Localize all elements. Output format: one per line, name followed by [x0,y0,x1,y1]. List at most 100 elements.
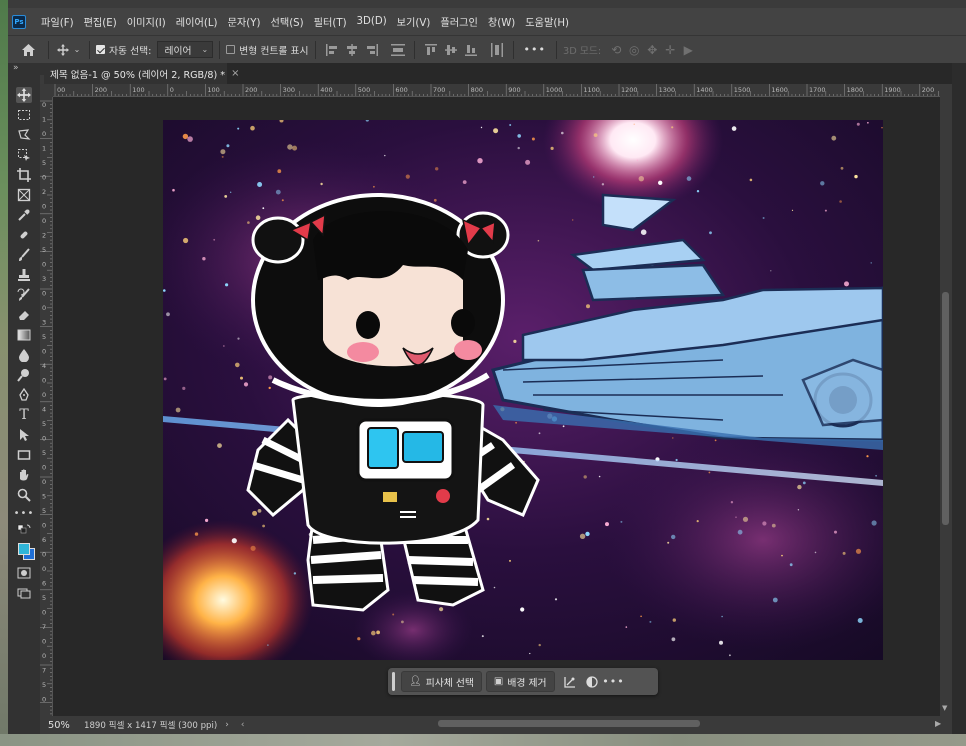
separator [512,40,514,59]
ruler-tick-label: 5 [42,507,46,515]
3d-slide-icon[interactable]: ✛ [661,43,679,57]
horizontal-scroll-thumb[interactable] [438,720,700,727]
menu-view[interactable]: 보기(V) [392,14,436,29]
document-tab[interactable]: 제목 없음-1 @ 50% (레이어 2, RGB/8) * × [44,63,239,84]
move-tool-icon[interactable] [16,87,32,103]
status-menu-arrow-icon[interactable]: › [225,720,229,730]
ruler-tick-label: 0 [42,203,46,211]
ruler-tick-label: 2 [42,232,46,240]
menu-layer[interactable]: 레이어(L) [171,14,223,29]
canvas-image[interactable] [163,120,883,660]
path-selection-tool-icon[interactable] [16,427,32,443]
menu-select[interactable]: 선택(S) [265,14,308,29]
quick-mask-icon[interactable] [16,565,32,581]
eraser-tool-icon[interactable] [16,307,32,323]
scroll-down-arrow-icon[interactable]: ▼ [942,704,947,712]
ruler-tick-label: 1400 [696,86,713,94]
lasso-tool-icon[interactable] [16,127,32,143]
align-bottom-edges-icon[interactable] [463,43,479,57]
close-tab-icon[interactable]: × [231,68,239,79]
ruler-origin[interactable] [40,84,53,97]
zoom-tool-icon[interactable] [16,487,32,503]
adjustment-layer-icon[interactable] [581,671,603,692]
3d-drag-icon[interactable]: ✥ [643,43,661,57]
more-options-button[interactable]: ••• [520,43,550,56]
marquee-tool-icon[interactable] [16,107,32,123]
rectangle-tool-icon[interactable] [16,447,32,463]
scroll-right-arrow-icon[interactable]: ▶ [935,719,941,728]
vertical-ruler[interactable]: 0 1 0 1 5 0 2 0 0 2 5 0 3 0 0 3 5 0 4 0 0 4 5 0 5 0 0 5 5 0 6 0 0 6 5 0 7 0 0 7… [40,97,53,716]
3d-roll-icon[interactable]: ◎ [625,43,643,57]
3d-video-icon[interactable]: ▶ [679,43,697,57]
chevron-down-icon[interactable]: ⌄ [71,45,83,54]
distribute-icon[interactable] [390,43,406,57]
task-bar-more-button[interactable]: ••• [602,671,625,692]
pen-tool-icon[interactable] [16,387,32,403]
default-colors-icon[interactable] [16,523,32,539]
transform-controls-checkbox[interactable] [226,45,236,54]
frame-tool-icon[interactable] [16,187,32,203]
ruler-tick-label: 0 [42,391,46,399]
task-bar-drag-handle[interactable] [392,672,395,691]
ruler-tick-label: 3 [42,275,46,283]
menu-3d[interactable]: 3D(D) [352,16,392,27]
menu-bar: Ps 파일(F) 편집(E) 이미지(I) 레이어(L) 문자(Y) 선택(S)… [8,8,966,35]
home-icon[interactable] [14,43,42,56]
blur-tool-icon[interactable] [16,347,32,363]
auto-select-checkbox[interactable] [96,45,105,54]
vertical-scrollbar[interactable]: ▼ [940,84,952,716]
menu-file[interactable]: 파일(F) [36,14,79,29]
scroll-left-arrow-icon[interactable]: ‹ [241,720,245,730]
horizontal-ruler[interactable]: 00 200 100 0 100 200 300 400 500 600 700 800 900 1000… [53,84,940,97]
zoom-level-field[interactable]: 50% [44,718,80,732]
separator [413,40,415,59]
foreground-color-swatch[interactable] [18,543,30,555]
ruler-tick-label: 0 [42,565,46,573]
hand-tool-icon[interactable] [16,467,32,483]
transform-icon[interactable] [559,671,581,692]
move-tool-preset-icon[interactable] [55,43,71,56]
align-right-edges-icon[interactable] [364,43,380,57]
document-tab-title: 제목 없음-1 @ 50% (레이어 2, RGB/8) * [50,69,226,81]
ruler-tick-label: 4 [42,362,46,370]
edit-toolbar-icon[interactable]: ••• [14,505,34,521]
menu-type[interactable]: 문자(Y) [223,14,266,29]
distribute-vertical-icon[interactable] [489,42,505,57]
3d-orbit-icon[interactable]: ⟲ [607,43,625,57]
gradient-tool-icon[interactable] [16,327,32,343]
align-horizontal-centers-icon[interactable] [344,43,360,57]
align-vertical-centers-icon[interactable] [443,43,459,57]
ruler-tick-label: 500 [358,86,370,94]
auto-select-target-dropdown[interactable]: 레이어 ⌄ [157,41,214,58]
ruler-tick-label: 5 [42,681,46,689]
photoshop-logo-icon[interactable]: Ps [12,14,26,29]
select-subject-button[interactable]: 👤︎ 피사체 선택 [401,671,482,692]
align-left-edges-icon[interactable] [324,43,340,57]
history-brush-tool-icon[interactable] [16,287,32,303]
menu-plugins[interactable]: 플러그인 [435,14,483,29]
screen-mode-icon[interactable] [16,585,32,601]
ruler-tick-label: 1300 [659,86,676,94]
collapse-panels-button[interactable]: » [8,63,44,75]
separator [556,40,558,59]
type-tool-icon[interactable]: T [16,407,32,423]
object-selection-tool-icon[interactable] [16,147,32,163]
menu-window[interactable]: 창(W) [483,14,520,29]
ruler-tick-label: 1200 [621,86,638,94]
dodge-tool-icon[interactable] [16,367,32,383]
align-top-edges-icon[interactable] [423,43,439,57]
healing-brush-tool-icon[interactable] [16,227,32,243]
crop-tool-icon[interactable] [16,167,32,183]
menu-help[interactable]: 도움말(H) [520,14,574,29]
menu-edit[interactable]: 편집(E) [79,14,122,29]
clone-stamp-tool-icon[interactable] [16,267,32,283]
ruler-tick-label: 0 [42,464,46,472]
vertical-scroll-thumb[interactable] [942,292,949,525]
menu-filter[interactable]: 필터(T) [309,14,352,29]
menu-image[interactable]: 이미지(I) [122,14,171,29]
brush-tool-icon[interactable] [16,247,32,263]
separator [219,40,221,59]
ruler-tick-label: 5 [42,449,46,457]
remove-background-button[interactable]: ▣ 배경 제거 [485,671,555,692]
eyedropper-tool-icon[interactable] [16,207,32,223]
